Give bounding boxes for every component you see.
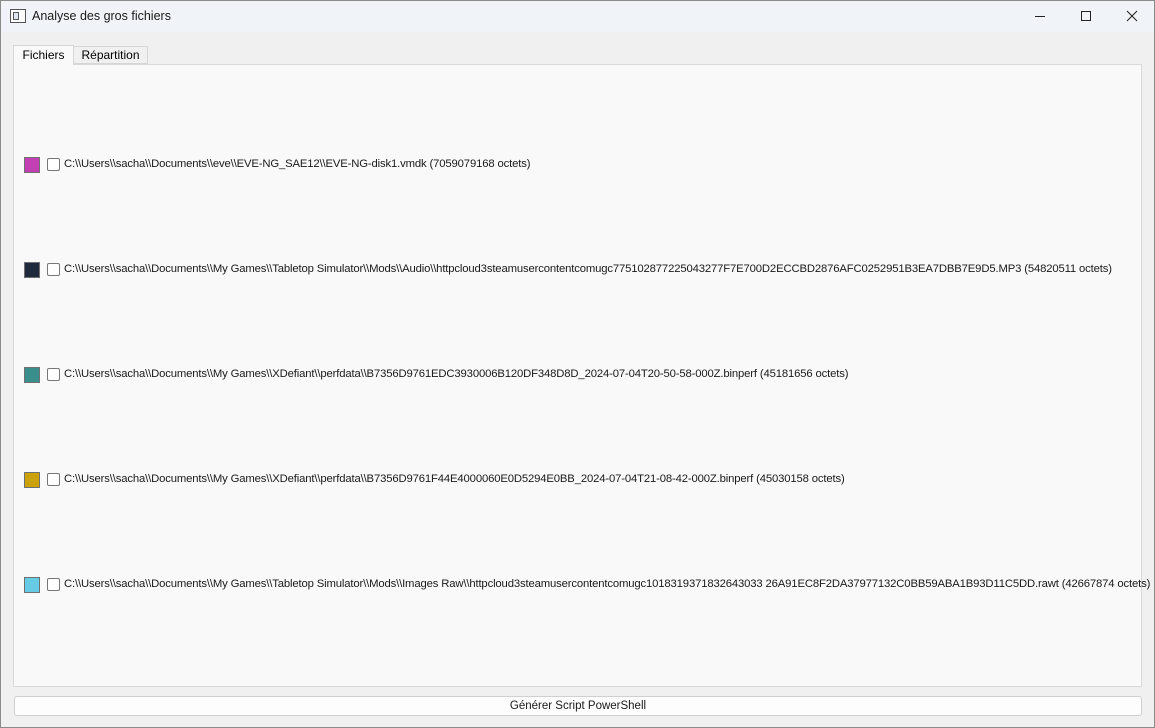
generate-powershell-button[interactable]: Générer Script PowerShell — [14, 696, 1142, 716]
file-checkbox[interactable] — [47, 578, 60, 591]
app-window: Analyse des gros fichiers Fichiers Répar… — [0, 0, 1155, 728]
file-checkbox[interactable] — [47, 473, 60, 486]
title-bar[interactable]: Analyse des gros fichiers — [1, 1, 1154, 32]
files-panel: C:\\Users\\sacha\\Documents\\eve\\EVE-NG… — [13, 64, 1150, 687]
file-label: C:\\Users\\sacha\\Documents\\My Games\\X… — [64, 368, 849, 380]
minimize-icon — [1035, 16, 1045, 17]
file-label: C:\\Users\\sacha\\Documents\\eve\\EVE-NG… — [64, 158, 531, 170]
close-button[interactable] — [1109, 1, 1155, 32]
file-label: C:\\Users\\sacha\\Documents\\My Games\\X… — [64, 473, 845, 485]
tab-fichiers[interactable]: Fichiers — [13, 45, 74, 65]
window-title: Analyse des gros fichiers — [32, 9, 171, 23]
minimize-button[interactable] — [1017, 1, 1063, 32]
file-checkbox[interactable] — [47, 158, 60, 171]
file-checkbox[interactable] — [47, 368, 60, 381]
file-label: C:\\Users\\sacha\\Documents\\My Games\\T… — [64, 263, 1112, 275]
app-icon — [10, 9, 26, 23]
maximize-icon — [1081, 11, 1091, 21]
color-swatch — [24, 577, 40, 593]
tab-repartition[interactable]: Répartition — [74, 46, 148, 64]
maximize-button[interactable] — [1063, 1, 1109, 32]
file-checkbox[interactable] — [47, 263, 60, 276]
file-label: C:\\Users\\sacha\\Documents\\My Games\\T… — [64, 578, 1151, 590]
color-swatch — [24, 367, 40, 383]
color-swatch — [24, 157, 40, 173]
color-swatch — [24, 472, 40, 488]
close-icon — [1126, 10, 1138, 22]
color-swatch — [24, 262, 40, 278]
